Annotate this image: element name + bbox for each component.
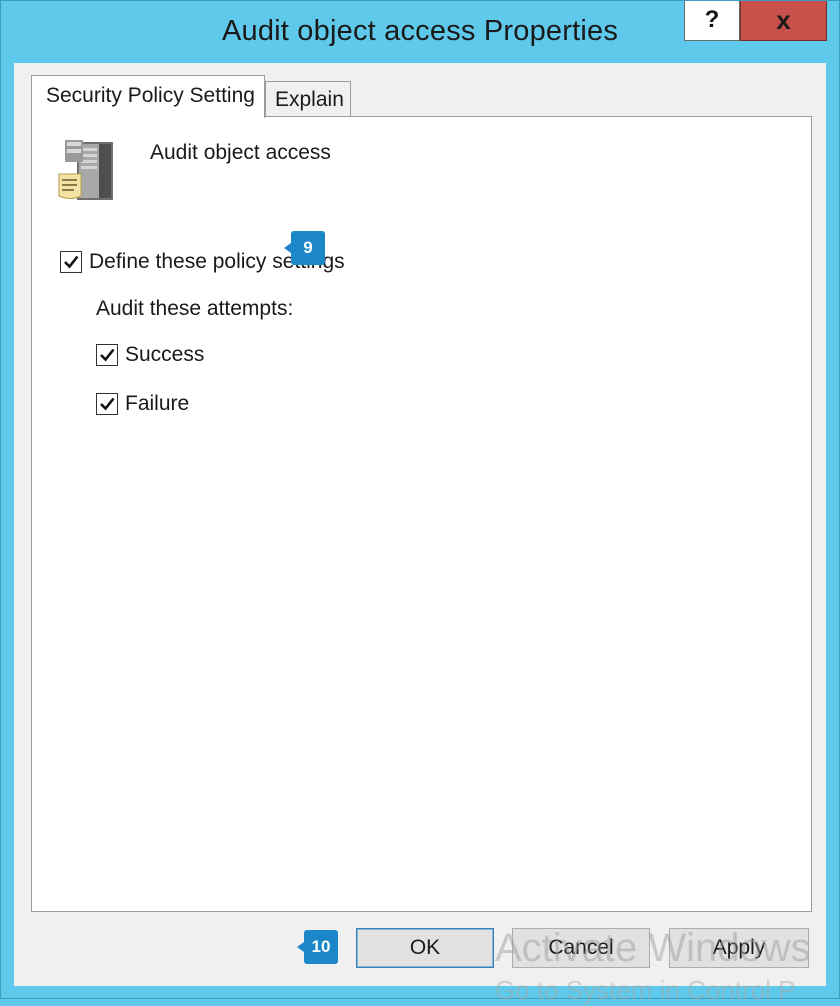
ok-button[interactable]: OK [356,928,494,968]
step-callout-10: 10 [297,930,338,964]
apply-button[interactable]: Apply [669,928,809,968]
server-policy-icon [58,140,113,200]
checkmark-icon [100,348,115,362]
close-button[interactable]: x [740,1,827,41]
audit-attempts-label: Audit these attempts: [96,297,294,320]
tab-panel: Audit object access Define these policy … [31,116,812,912]
failure-label: Failure [125,392,190,415]
policy-name: Audit object access [150,141,331,164]
success-checkbox[interactable] [96,344,118,366]
tab-explain[interactable]: Explain [265,81,351,117]
success-label: Success [125,343,205,366]
checkmark-icon [64,255,79,269]
cancel-button[interactable]: Cancel [512,928,650,968]
step-callout-9: 9 [284,231,325,265]
failure-checkbox-row[interactable]: Failure [96,392,189,416]
tab-security-policy-setting[interactable]: Security Policy Setting [31,75,265,118]
define-policy-checkbox[interactable] [60,251,82,273]
checkmark-icon [100,397,115,411]
help-button[interactable]: ? [684,1,740,41]
success-checkbox-row[interactable]: Success [96,343,204,367]
dialog-body: Security Policy Setting Explain Audit ob… [14,63,826,986]
properties-dialog: Audit object access Properties ? x Secur… [0,0,840,999]
close-icon: x [776,5,791,35]
title-bar[interactable]: Audit object access Properties ? x [1,1,839,63]
failure-checkbox[interactable] [96,393,118,415]
